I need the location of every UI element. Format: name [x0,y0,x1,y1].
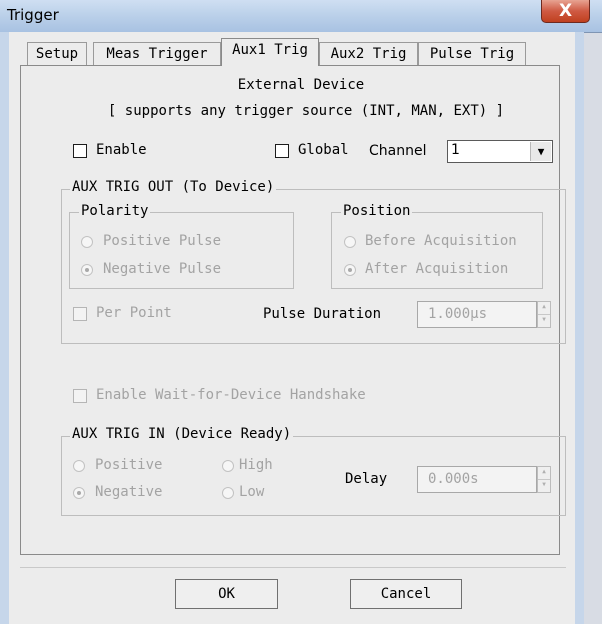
cancel-button[interactable]: Cancel [350,579,462,609]
delay-input[interactable]: 0.000s [417,466,537,493]
negative-label: Negative [95,484,163,500]
channel-value: 1 [451,142,460,158]
ok-button[interactable]: OK [175,579,278,609]
pulse-duration-spinner[interactable]: ▲ ▼ [537,301,551,328]
header-title: External Device [237,77,365,93]
pulse-duration-label: Pulse Duration [263,306,382,322]
polarity-title: Polarity [79,203,151,219]
aux-trig-out-title: AUX TRIG OUT (To Device) [70,179,277,195]
negative-pulse-label: Negative Pulse [103,261,222,277]
high-radio[interactable] [222,460,234,472]
tab-aux2-trig[interactable]: Aux2 Trig [319,42,418,65]
per-point-label: Per Point [96,305,172,321]
handshake-checkbox[interactable] [73,389,87,403]
close-button[interactable]: X [541,0,590,23]
pulse-duration-input[interactable]: 1.000μs [417,301,537,328]
after-acquisition-radio[interactable] [344,264,356,276]
positive-label: Positive [95,457,163,473]
header-subtitle: [ supports any trigger source (INT, MAN,… [107,103,505,119]
position-group [331,212,543,289]
low-radio[interactable] [222,487,234,499]
chevron-down-icon[interactable]: ▼ [530,142,551,161]
tab-aux1-trig[interactable]: Aux1 Trig [221,38,319,66]
tab-meas-trigger[interactable]: Meas Trigger [93,42,221,65]
aux-trig-in-title: AUX TRIG IN (Device Ready) [70,426,294,442]
delay-label: Delay [345,471,388,487]
window-title: Trigger [7,6,59,24]
per-point-checkbox[interactable] [73,307,87,321]
footer-divider [20,567,566,568]
before-acquisition-label: Before Acquisition [365,233,517,249]
positive-pulse-label: Positive Pulse [103,233,222,249]
channel-label: Channel [369,143,427,159]
title-bar [0,0,602,33]
positive-radio[interactable] [73,460,85,472]
high-label: High [239,457,273,473]
negative-pulse-radio[interactable] [81,264,93,276]
enable-checkbox[interactable] [73,144,87,158]
position-title: Position [341,203,413,219]
after-acquisition-label: After Acquisition [365,261,509,277]
close-icon[interactable]: X [559,1,572,21]
low-label: Low [239,484,265,500]
polarity-group [69,212,294,289]
negative-radio[interactable] [73,487,85,499]
positive-pulse-radio[interactable] [81,236,93,248]
tab-pulse-trig[interactable]: Pulse Trig [418,42,526,65]
enable-label: Enable [96,142,147,158]
delay-spinner[interactable]: ▲ ▼ [537,466,551,493]
tab-setup[interactable]: Setup [27,42,87,65]
before-acquisition-radio[interactable] [344,236,356,248]
global-checkbox[interactable] [275,144,289,158]
global-label: Global [298,142,349,158]
handshake-label: Enable Wait-for-Device Handshake [96,387,366,403]
